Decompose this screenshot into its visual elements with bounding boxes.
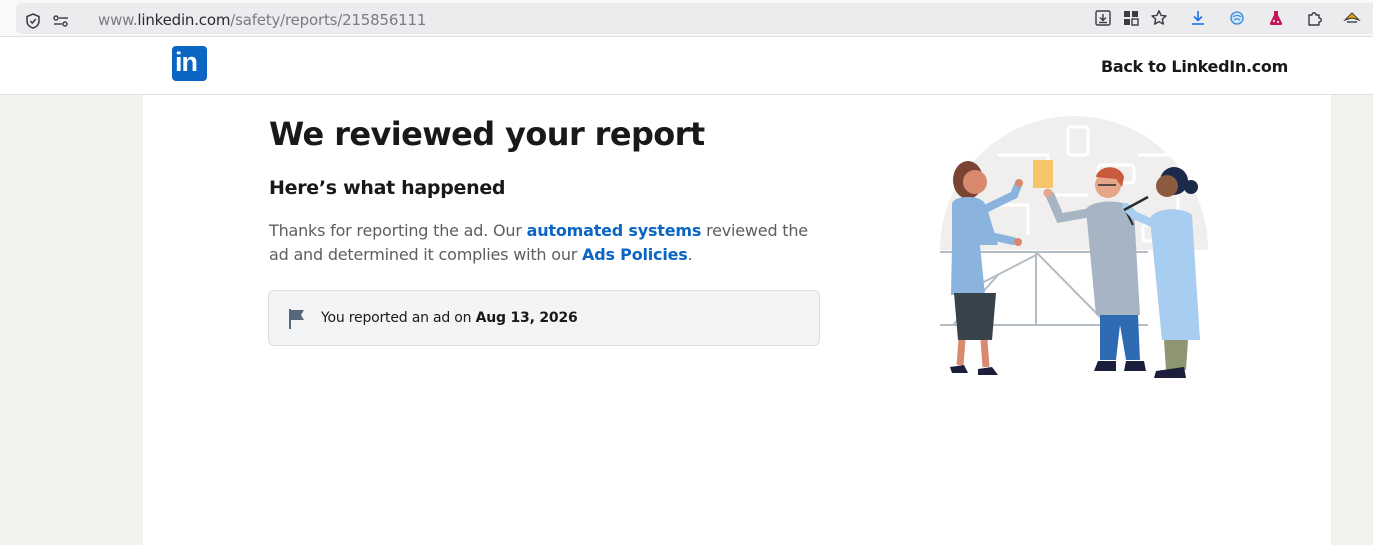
extension-icon[interactable] xyxy=(1343,9,1361,27)
bookmark-star-icon[interactable] xyxy=(1150,9,1168,27)
flag-icon xyxy=(289,309,304,329)
report-notice: You reported an ad on Aug 13, 2026 xyxy=(268,290,820,346)
url-path: /safety/reports/215856111 xyxy=(230,11,427,29)
browser-toolbar: www.linkedin.com/safety/reports/21585611… xyxy=(0,0,1373,37)
extensions-grid-icon[interactable] xyxy=(1122,9,1140,27)
site-permissions-icon[interactable] xyxy=(52,12,70,30)
automated-systems-link[interactable]: automated systems xyxy=(527,221,702,240)
extension-icon[interactable] xyxy=(1228,9,1246,27)
shield-icon[interactable] xyxy=(24,12,42,30)
report-date: Aug 13, 2026 xyxy=(475,310,578,326)
description-text: . xyxy=(687,245,693,264)
url-text[interactable]: www.linkedin.com/safety/reports/21585611… xyxy=(98,11,426,29)
notice-prefix: You reported an ad on xyxy=(321,310,476,326)
puzzle-icon[interactable] xyxy=(1306,9,1324,27)
url-host: linkedin.com xyxy=(137,11,231,29)
report-card: We reviewed your report Here’s what happ… xyxy=(143,95,1331,545)
notice-text: You reported an ad on Aug 13, 2026 xyxy=(321,310,578,326)
site-header: in Back to LinkedIn.com xyxy=(0,37,1373,95)
section-heading: Here’s what happened xyxy=(269,177,506,199)
people-reviewing-illustration xyxy=(940,116,1208,378)
description-text: Thanks for reporting the ad. Our xyxy=(269,221,527,240)
logo-text: in xyxy=(175,47,198,77)
address-bar[interactable]: www.linkedin.com/safety/reports/21585611… xyxy=(16,3,1373,34)
url-prefix: www. xyxy=(98,11,138,29)
extension-icon[interactable] xyxy=(1267,9,1285,27)
page-title: We reviewed your report xyxy=(269,115,705,153)
back-to-linkedin-link[interactable]: Back to LinkedIn.com xyxy=(1101,57,1288,76)
page-save-icon[interactable] xyxy=(1094,9,1112,27)
downloads-icon[interactable] xyxy=(1189,9,1207,27)
report-description: Thanks for reporting the ad. Our automat… xyxy=(269,219,809,267)
linkedin-logo[interactable]: in xyxy=(172,46,207,81)
ads-policies-link[interactable]: Ads Policies xyxy=(582,245,688,264)
